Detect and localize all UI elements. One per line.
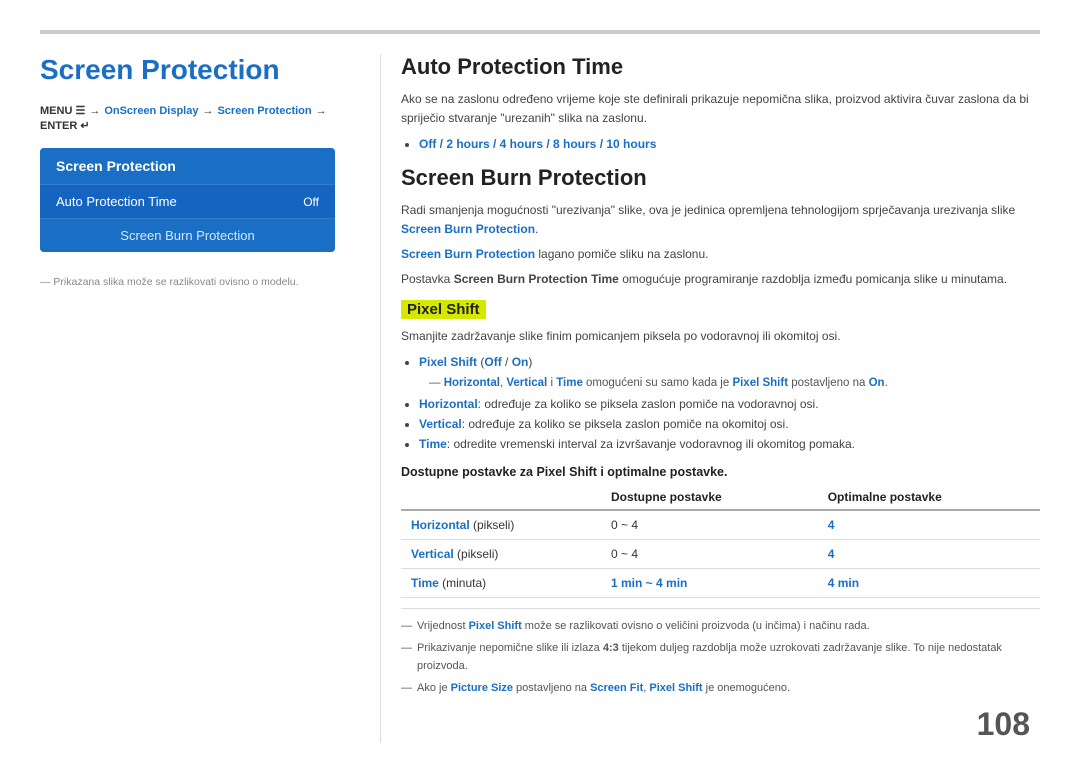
- left-column: Screen Protection MENU ☰ → OnScreen Disp…: [40, 54, 380, 743]
- row-available-3: 1 min ~ 4 min: [601, 568, 818, 597]
- menu-icon: MENU ☰: [40, 104, 85, 117]
- notes-block: — Vrijednost Pixel Shift može se razliko…: [401, 608, 1040, 698]
- menu-item-auto-protection[interactable]: Auto Protection Time Off: [40, 184, 335, 218]
- table-section: Dostupne postavke za Pixel Shift i optim…: [401, 465, 1040, 598]
- footnote: Prikazana slika može se razlikovati ovis…: [40, 276, 350, 288]
- menu-box: Screen Protection Auto Protection Time O…: [40, 148, 335, 252]
- breadcrumb-screen-protection[interactable]: Screen Protection: [217, 105, 311, 117]
- section1-title: Auto Protection Time: [401, 54, 1040, 80]
- bullet-time: Time: odredite vremenski interval za izv…: [419, 434, 1040, 454]
- section2-body2: Screen Burn Protection lagano pomiče sli…: [401, 245, 1040, 264]
- bullet-sub: — Horizontal, Vertical i Time omogućeni …: [429, 374, 1040, 394]
- row-available-1: 0 ~ 4: [601, 510, 818, 540]
- col-header-2: Dostupne postavke: [601, 485, 818, 510]
- table-intro: Dostupne postavke za Pixel Shift i optim…: [401, 465, 1040, 479]
- section2-link2: Screen Burn Protection: [401, 247, 535, 261]
- section2-link1: Screen Burn Protection: [401, 222, 535, 236]
- row-label-2: Vertical (pikseli): [401, 539, 601, 568]
- row-optimal-2: 4: [818, 539, 1040, 568]
- menu-item-value: Off: [303, 195, 319, 209]
- pixel-shift-bullets: Pixel Shift (Off / On) — Horizontal, Ver…: [401, 352, 1040, 455]
- section1-options-list: Off / 2 hours / 4 hours / 8 hours / 10 h…: [401, 134, 1040, 154]
- menu-item-label: Auto Protection Time: [56, 194, 177, 209]
- menu-box-title: Screen Protection: [40, 148, 335, 184]
- section1-option-item: Off / 2 hours / 4 hours / 8 hours / 10 h…: [419, 134, 1040, 154]
- row-optimal-3: 4 min: [818, 568, 1040, 597]
- page-number: 108: [977, 706, 1030, 743]
- bullet-horizontal: Horizontal: određuje za koliko se piksel…: [419, 394, 1040, 414]
- section1-body: Ako se na zaslonu određeno vrijeme koje …: [401, 90, 1040, 128]
- pixel-shift-title: Pixel Shift: [401, 300, 486, 319]
- bullet-vertical: Vertical: određuje za koliko se piksela …: [419, 414, 1040, 434]
- col-header-3: Optimalne postavke: [818, 485, 1040, 510]
- note-1: — Vrijednost Pixel Shift može se razliko…: [401, 617, 1040, 636]
- col-header-1: [401, 485, 601, 510]
- section-screen-burn: Screen Burn Protection Radi smanjenja mo…: [401, 165, 1040, 290]
- section2-body1-text: Radi smanjenja mogućnosti "urezivanja" s…: [401, 203, 1015, 217]
- pixel-shift-intro: Smanjite zadržavanje slike finim pomican…: [401, 327, 1040, 346]
- breadcrumb-onscreen[interactable]: OnScreen Display: [104, 105, 198, 117]
- right-column: Auto Protection Time Ako se na zaslonu o…: [380, 54, 1040, 743]
- note-3: — Ako je Picture Size postavljeno na Scr…: [401, 679, 1040, 698]
- table-row: Horizontal (pikseli) 0 ~ 4 4: [401, 510, 1040, 540]
- page-title: Screen Protection: [40, 54, 350, 86]
- section2-bold3: Screen Burn Protection Time: [454, 272, 619, 286]
- row-optimal-1: 4: [818, 510, 1040, 540]
- breadcrumb-enter: ENTER ↵: [40, 119, 90, 132]
- section2-body1-end: .: [535, 222, 538, 236]
- section2-title: Screen Burn Protection: [401, 165, 1040, 191]
- row-label-1: Horizontal (pikseli): [401, 510, 601, 540]
- menu-item-screen-burn[interactable]: Screen Burn Protection: [40, 218, 335, 252]
- row-label-3: Time (minuta): [401, 568, 601, 597]
- bullet-pixel-shift-toggle: Pixel Shift (Off / On) — Horizontal, Ver…: [419, 352, 1040, 394]
- section2-body1: Radi smanjenja mogućnosti "urezivanja" s…: [401, 201, 1040, 239]
- table-row: Vertical (pikseli) 0 ~ 4 4: [401, 539, 1040, 568]
- section2-body2-end: lagano pomiče sliku na zaslonu.: [535, 247, 708, 261]
- section2-body3: Postavka Screen Burn Protection Time omo…: [401, 270, 1040, 289]
- row-available-2: 0 ~ 4: [601, 539, 818, 568]
- pixel-shift-table: Dostupne postavke Optimalne postavke Hor…: [401, 485, 1040, 598]
- section-pixel-shift: Pixel Shift Smanjite zadržavanje slike f…: [401, 300, 1040, 698]
- table-row: Time (minuta) 1 min ~ 4 min 4 min: [401, 568, 1040, 597]
- section1-options: Off / 2 hours / 4 hours / 8 hours / 10 h…: [419, 137, 656, 151]
- section-auto-protection: Auto Protection Time Ako se na zaslonu o…: [401, 54, 1040, 155]
- breadcrumb: MENU ☰ → OnScreen Display → Screen Prote…: [40, 104, 350, 132]
- menu-item-label-2: Screen Burn Protection: [120, 228, 254, 243]
- note-2: — Prikazivanje nepomične slike ili izlaz…: [401, 639, 1040, 676]
